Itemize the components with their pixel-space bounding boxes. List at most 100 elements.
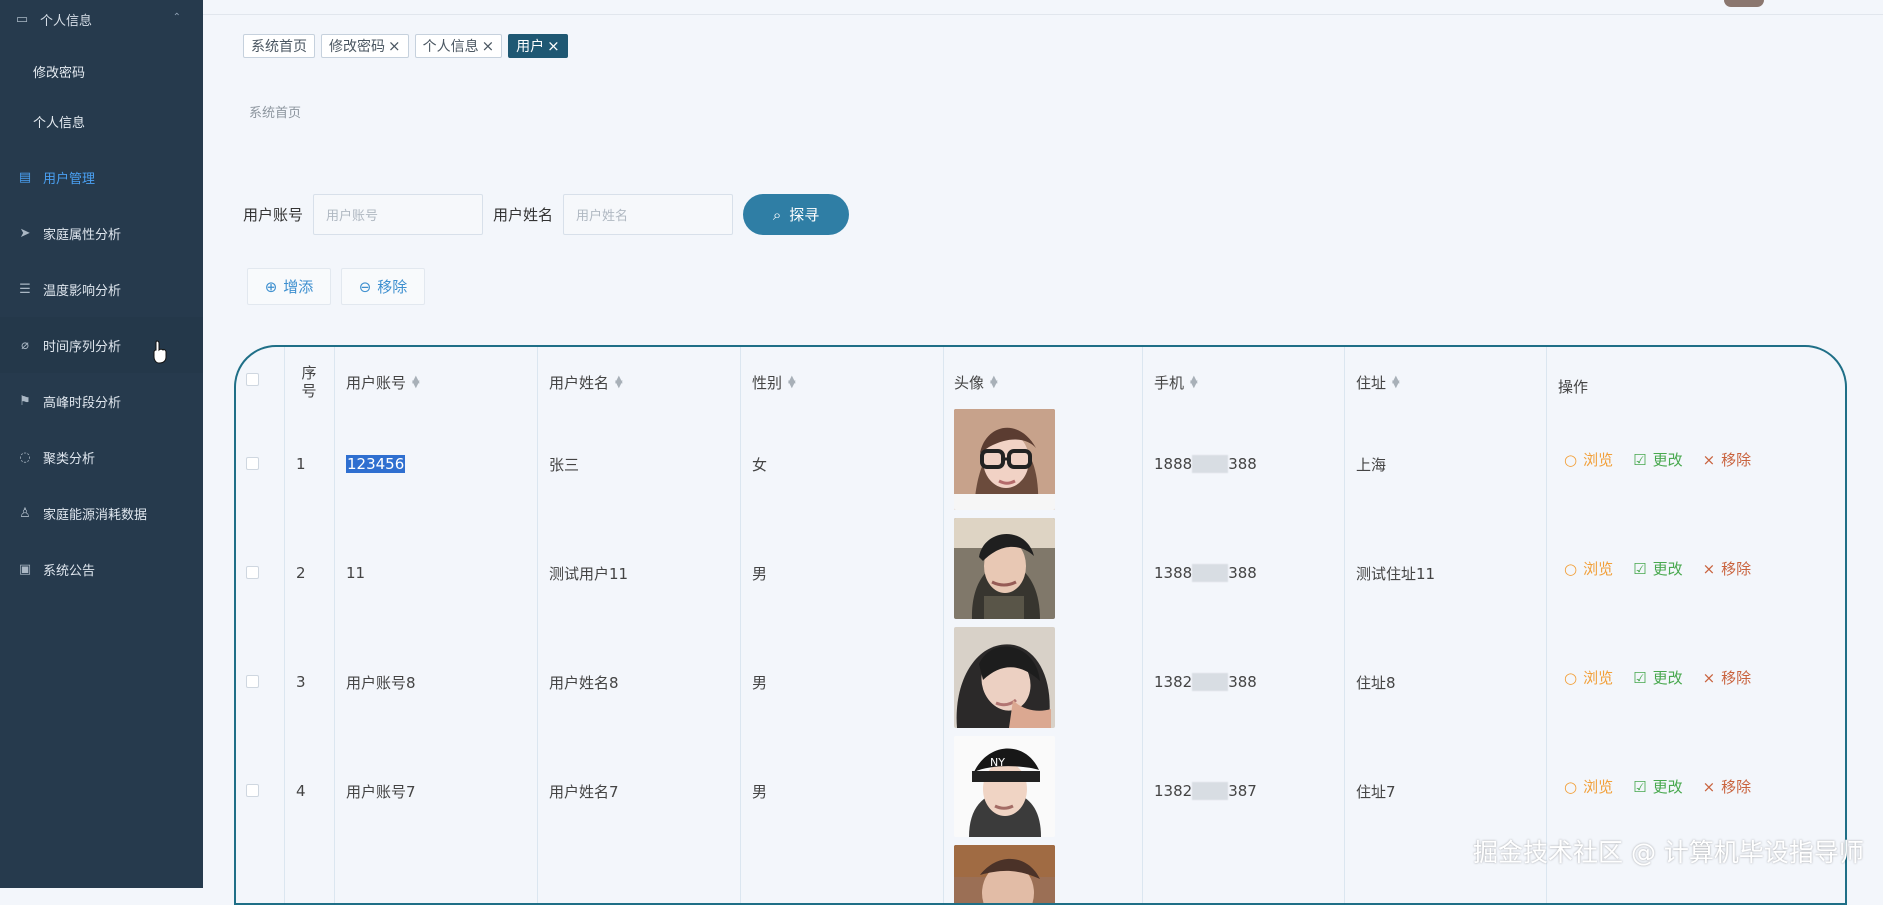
view-button[interactable]: ○ 浏览 [1564,776,1613,797]
sidebar-item-time-series-analysis[interactable]: ⌀ 时间序列分析 [0,317,203,373]
delete-button[interactable]: × 移除 [1703,558,1752,579]
edit-label: 更改 [1652,560,1683,578]
row-gender: 男 [752,564,768,583]
delete-label: 移除 [1721,560,1752,578]
view-label: 浏览 [1583,451,1614,469]
tab-personal-info[interactable]: 个人信息 × [414,34,503,58]
edit-button[interactable]: ☑ 更改 [1633,667,1682,688]
tab-bar: 系统首页 修改密码 × 个人信息 × 用户 × [243,34,568,58]
tab-user[interactable]: 用户 × [508,34,568,58]
remove-button-label: 移除 [377,278,408,296]
sidebar-subitem-change-password[interactable]: 修改密码 [0,51,203,91]
chevron-up-icon[interactable]: ⌃ [173,12,181,23]
row-actions: ○ 浏览 ☑ 更改 × 移除 [1564,667,1751,688]
sidebar-item-peak-period-analysis[interactable]: ⚑ 高峰时段分析 [0,373,203,429]
column-divider [943,347,944,903]
header-address[interactable]: 住址 ▲ ▼ [1356,347,1400,417]
delete-label: 移除 [1721,451,1752,469]
row-phone: 1888 388 [1154,452,1257,476]
row-phone: 1388 388 [1154,561,1257,585]
sidebar-item-system-announcement[interactable]: ▣ 系统公告 [0,541,203,597]
add-button-label: 增添 [283,278,314,296]
header-account[interactable]: 用户账号 ▲ ▼ [346,347,420,417]
close-icon[interactable]: × [547,37,560,55]
watermark-text: 掘金技术社区 @ 计算机毕设指导师 [1473,838,1864,867]
sidebar-item-label: 用户管理 [43,171,96,187]
row-checkbox[interactable] [246,457,259,470]
header-avatar[interactable]: 头像 ▲ ▼ [954,347,998,417]
name-search-input[interactable]: 用户姓名 [563,194,734,235]
view-button[interactable]: ○ 浏览 [1564,449,1613,470]
sidebar-item-family-attribute-analysis[interactable]: ➤ 家庭属性分析 [0,205,203,261]
header-name[interactable]: 用户姓名 ▲ ▼ [549,347,623,417]
sort-icon[interactable]: ▲ ▼ [990,375,998,390]
row-checkbox[interactable] [246,566,259,579]
avatar-image[interactable]: NY [954,736,1055,837]
phone-mask [1192,564,1229,582]
sidebar-section-label: 个人信息 [40,14,93,29]
edit-button[interactable]: ☑ 更改 [1633,449,1682,470]
close-icon[interactable]: × [388,37,401,55]
phone-mask [1192,782,1229,800]
row-checkbox[interactable] [246,784,259,797]
avatar-image-partial[interactable] [954,845,1055,903]
flag-icon: ⚑ [19,393,31,409]
sidebar-item-temperature-analysis[interactable]: ☰ 温度影响分析 [0,261,203,317]
close-icon: × [1702,450,1716,469]
tab-system-home[interactable]: 系统首页 [243,34,315,58]
avatar-image[interactable] [954,518,1055,619]
sort-icon[interactable]: ▲ ▼ [788,375,796,390]
header-phone[interactable]: 手机 ▲ ▼ [1154,347,1198,417]
select-all-checkbox[interactable] [246,373,259,386]
avatar-image[interactable] [954,409,1055,510]
gauge-icon: ◌ [19,449,31,465]
breadcrumb[interactable]: 系统首页 [249,102,301,121]
close-icon[interactable]: × [482,37,495,55]
delete-button[interactable]: × 移除 [1703,776,1752,797]
remove-button[interactable]: ⊖ 移除 [341,268,425,305]
plus-circle-icon: ⊕ [264,277,278,296]
sidebar-subitem-personal-info[interactable]: 个人信息 [0,101,203,141]
tab-change-password[interactable]: 修改密码 × [321,34,409,58]
add-button[interactable]: ⊕ 增添 [247,268,331,305]
row-index: 2 [296,564,306,582]
delete-button[interactable]: × 移除 [1703,667,1752,688]
sidebar-item-cluster-analysis[interactable]: ◌ 聚类分析 [0,429,203,485]
search-icon: ○ [1564,450,1578,469]
paper-plane-icon: ➤ [19,225,31,241]
tab-label: 用户 [516,39,545,55]
view-button[interactable]: ○ 浏览 [1564,558,1613,579]
header-index: 序号 [301,364,317,400]
account-search-input[interactable]: 用户账号 [313,194,484,235]
phone-mask [1192,673,1229,691]
close-icon: × [1702,559,1716,578]
sidebar-item-energy-consumption-data[interactable]: ♙ 家庭能源消耗数据 [0,485,203,541]
sort-icon[interactable]: ▲ ▼ [615,375,623,390]
search-button-label: 探寻 [789,206,820,224]
row-account: 用户账号8 [346,673,416,692]
edit-button[interactable]: ☑ 更改 [1633,558,1682,579]
edit-icon: ☑ [1633,559,1647,578]
edit-button[interactable]: ☑ 更改 [1633,776,1682,797]
avatar-image[interactable] [954,627,1055,728]
sort-icon[interactable]: ▲ ▼ [1392,375,1400,390]
account-label: 用户账号 [243,206,304,224]
sidebar-item-user-management[interactable]: ▤ 用户管理 [0,149,203,205]
sort-icon[interactable]: ▲ ▼ [412,375,420,390]
row-actions: ○ 浏览 ☑ 更改 × 移除 [1564,449,1751,470]
selected-account-text: 123456 [346,455,406,473]
header-gender[interactable]: 性别 ▲ ▼ [752,347,796,417]
delete-button[interactable]: × 移除 [1703,449,1752,470]
view-button[interactable]: ○ 浏览 [1564,667,1613,688]
column-divider [1142,347,1143,903]
sidebar-subitem-label: 个人信息 [33,115,86,131]
search-button[interactable]: ⌕ 探寻 [743,194,850,235]
edit-label: 更改 [1652,669,1683,687]
user-table: 序号 用户账号 ▲ ▼ 用户姓名 ▲ ▼ 性别 ▲ ▼ 头像 ▲ ▼ 手机 ▲ ▼ 住址 ▲ ▼ 操作 … [234,345,1847,905]
sort-icon[interactable]: ▲ ▼ [1190,375,1198,390]
row-checkbox[interactable] [246,675,259,688]
sidebar-section-personal-info[interactable]: ▭ 个人信息 ⌃ [0,0,203,39]
user-avatar[interactable] [1724,0,1764,7]
top-divider [203,14,1883,15]
view-label: 浏览 [1583,778,1614,796]
